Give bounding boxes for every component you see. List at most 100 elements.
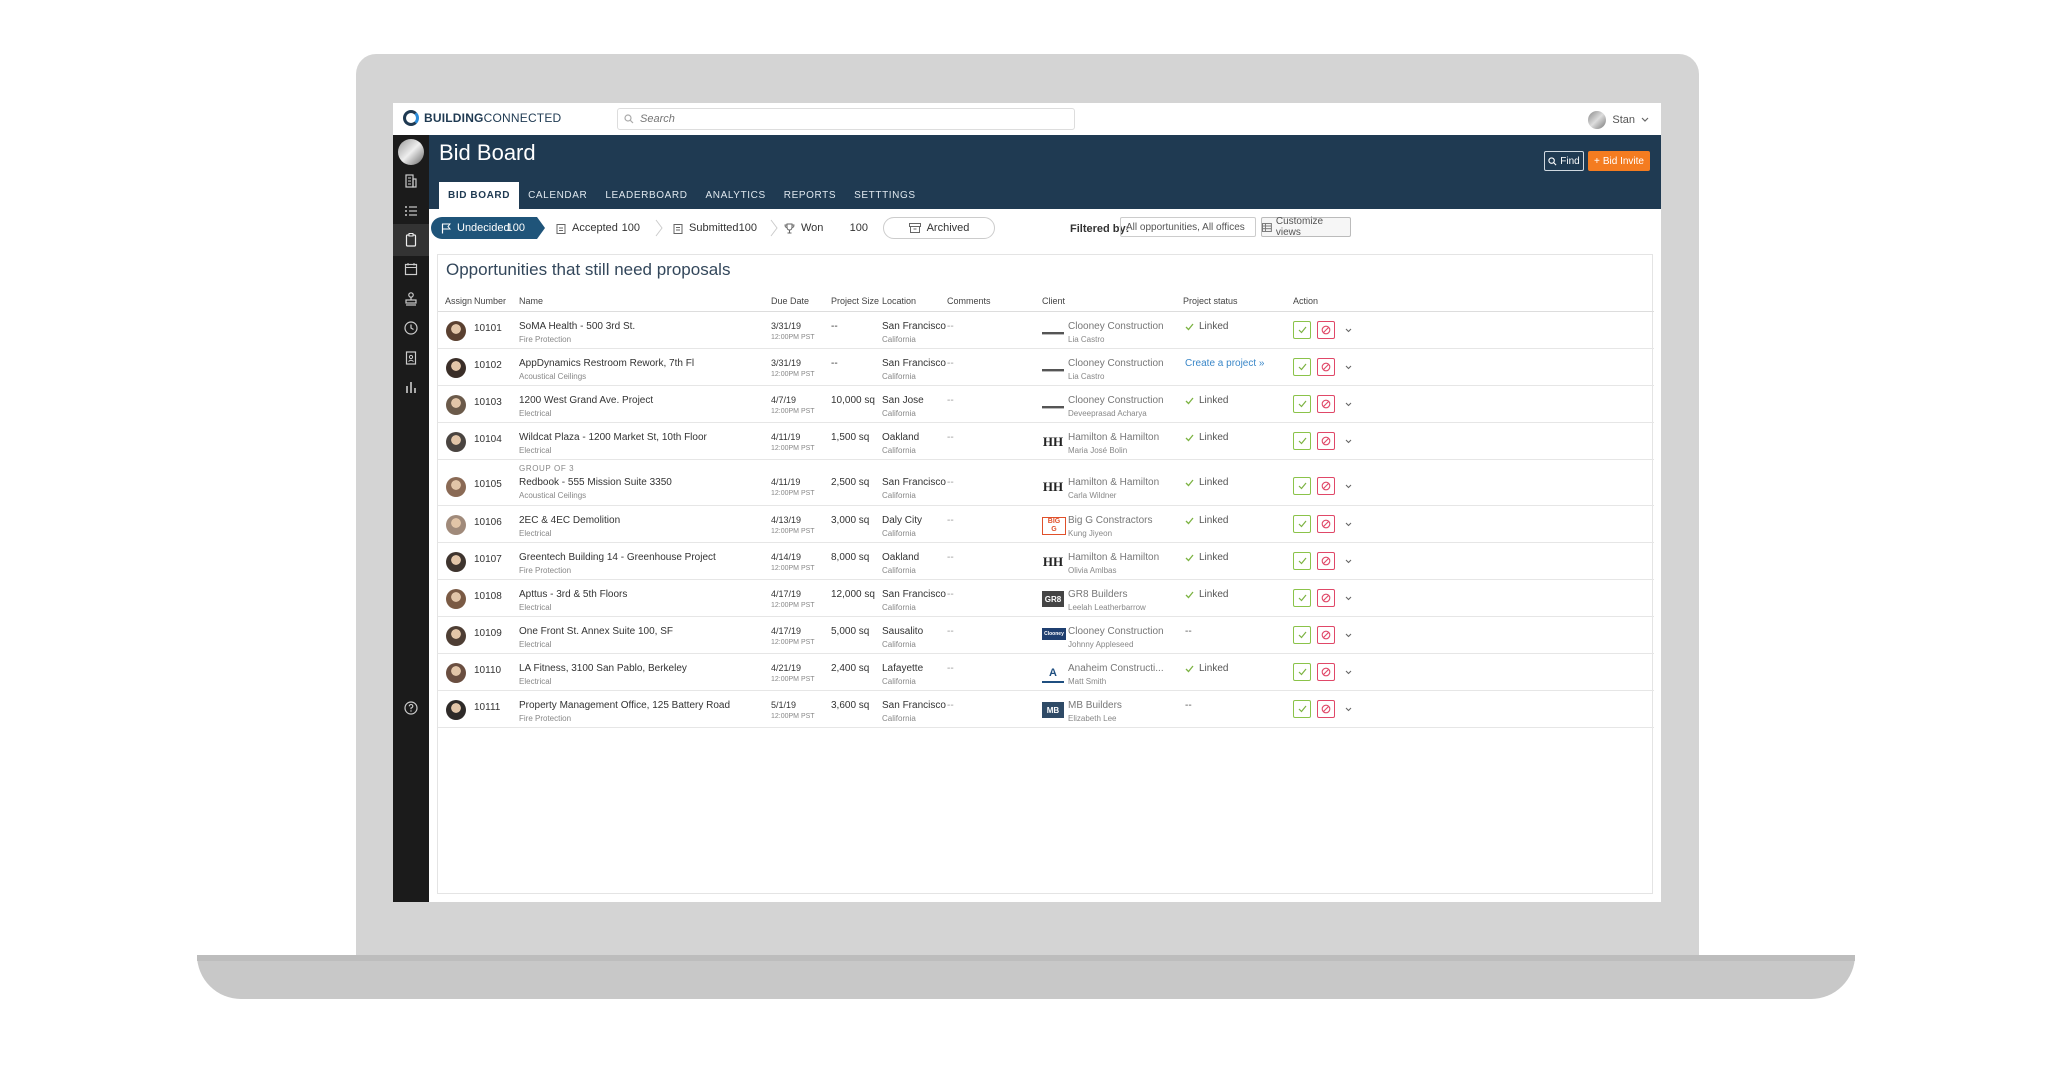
- assignee-avatar[interactable]: [446, 663, 466, 683]
- archived-button[interactable]: Archived: [883, 217, 995, 239]
- sidebar-item-analytics[interactable]: [393, 371, 429, 403]
- stage-won[interactable]: Won 100: [774, 217, 880, 239]
- search-box[interactable]: [617, 108, 1075, 130]
- comments[interactable]: --: [947, 589, 954, 600]
- row-options-button[interactable]: [1343, 630, 1353, 640]
- table-row[interactable]: 10105 GROUP OF 3 Redbook - 555 Mission Sui…: [438, 460, 1654, 506]
- row-options-button[interactable]: [1343, 704, 1353, 714]
- accept-button[interactable]: [1293, 432, 1311, 450]
- assignee-avatar[interactable]: [446, 700, 466, 720]
- decline-button[interactable]: [1317, 663, 1335, 681]
- comments[interactable]: --: [947, 515, 954, 526]
- accept-button[interactable]: [1293, 552, 1311, 570]
- row-options-button[interactable]: [1343, 593, 1353, 603]
- accept-button[interactable]: [1293, 515, 1311, 533]
- assignee-avatar[interactable]: [446, 515, 466, 535]
- decline-button[interactable]: [1317, 477, 1335, 495]
- decline-button[interactable]: [1317, 700, 1335, 718]
- project-name[interactable]: 1200 West Grand Ave. Project: [519, 395, 653, 406]
- company-avatar[interactable]: [398, 139, 424, 165]
- sidebar-item-contacts[interactable]: [393, 342, 429, 374]
- table-row[interactable]: 10111 Property Management Office, 125 Bat…: [438, 691, 1654, 728]
- sidebar-item-calendar[interactable]: [393, 253, 429, 285]
- search-input[interactable]: [638, 112, 1062, 126]
- accept-button[interactable]: [1293, 589, 1311, 607]
- project-name[interactable]: Property Management Office, 125 Battery …: [519, 700, 730, 711]
- project-name[interactable]: One Front St. Annex Suite 100, SF: [519, 626, 673, 637]
- table-row[interactable]: 10109 One Front St. Annex Suite 100, SF El…: [438, 617, 1654, 654]
- decline-button[interactable]: [1317, 432, 1335, 450]
- tab-reports[interactable]: REPORTS: [775, 182, 845, 209]
- row-options-button[interactable]: [1343, 481, 1353, 491]
- filter-select[interactable]: All opportunities, All offices: [1120, 217, 1256, 237]
- comments[interactable]: --: [947, 358, 954, 369]
- row-options-button[interactable]: [1343, 667, 1353, 677]
- client-name[interactable]: Clooney Construction: [1068, 358, 1164, 369]
- assignee-avatar[interactable]: [446, 358, 466, 378]
- row-options-button[interactable]: [1343, 519, 1353, 529]
- assignee-avatar[interactable]: [446, 321, 466, 341]
- client-name[interactable]: MB Builders: [1068, 700, 1122, 711]
- project-name[interactable]: LA Fitness, 3100 San Pablo, Berkeley: [519, 663, 687, 674]
- project-name[interactable]: SoMA Health - 500 3rd St.: [519, 321, 635, 332]
- user-menu[interactable]: Stan: [1588, 111, 1649, 129]
- row-options-button[interactable]: [1343, 325, 1353, 335]
- project-name[interactable]: Wildcat Plaza - 1200 Market St, 10th Flo…: [519, 432, 707, 443]
- assignee-avatar[interactable]: [446, 589, 466, 609]
- accept-button[interactable]: [1293, 663, 1311, 681]
- client-name[interactable]: Hamilton & Hamilton: [1068, 552, 1159, 563]
- project-name[interactable]: Greentech Building 14 - Greenhouse Proje…: [519, 552, 716, 563]
- accept-button[interactable]: [1293, 321, 1311, 339]
- find-button[interactable]: Find: [1544, 151, 1584, 171]
- project-status[interactable]: Create a project »: [1185, 358, 1265, 369]
- assignee-avatar[interactable]: [446, 626, 466, 646]
- tab-analytics[interactable]: ANALYTICS: [697, 182, 775, 209]
- tab-leaderboard[interactable]: LEADERBOARD: [596, 182, 696, 209]
- accept-button[interactable]: [1293, 395, 1311, 413]
- accept-button[interactable]: [1293, 358, 1311, 376]
- decline-button[interactable]: [1317, 358, 1335, 376]
- decline-button[interactable]: [1317, 552, 1335, 570]
- project-name[interactable]: AppDynamics Restroom Rework, 7th Fl: [519, 358, 694, 369]
- decline-button[interactable]: [1317, 515, 1335, 533]
- decline-button[interactable]: [1317, 589, 1335, 607]
- accept-button[interactable]: [1293, 477, 1311, 495]
- stage-undecided[interactable]: Undecided 100: [431, 217, 545, 239]
- table-row[interactable]: 10108 Apttus - 3rd & 5th Floors Electrical…: [438, 580, 1654, 617]
- brand-logo[interactable]: BUILDINGCONNECTED: [403, 110, 561, 126]
- assignee-avatar[interactable]: [446, 395, 466, 415]
- table-row[interactable]: 10103 1200 West Grand Ave. Project Electri…: [438, 386, 1654, 423]
- sidebar-item-bid-board[interactable]: [393, 224, 429, 256]
- client-name[interactable]: Big G Constractors: [1068, 515, 1152, 526]
- tab-calendar[interactable]: CALENDAR: [519, 182, 596, 209]
- row-options-button[interactable]: [1343, 556, 1353, 566]
- decline-button[interactable]: [1317, 321, 1335, 339]
- assignee-avatar[interactable]: [446, 477, 466, 497]
- comments[interactable]: --: [947, 663, 954, 674]
- row-options-button[interactable]: [1343, 362, 1353, 372]
- client-name[interactable]: Hamilton & Hamilton: [1068, 477, 1159, 488]
- sidebar-item-help[interactable]: [393, 692, 429, 724]
- project-name[interactable]: Apttus - 3rd & 5th Floors: [519, 589, 627, 600]
- bid-invite-button[interactable]: + Bid Invite: [1588, 151, 1650, 171]
- client-name[interactable]: Anaheim Constructi...: [1068, 663, 1164, 674]
- assignee-avatar[interactable]: [446, 432, 466, 452]
- client-name[interactable]: Clooney Construction: [1068, 626, 1164, 637]
- table-row[interactable]: 10101 SoMA Health - 500 3rd St. Fire Prote…: [438, 312, 1654, 349]
- stage-accepted[interactable]: Accepted 100: [546, 217, 652, 239]
- sidebar-item-history[interactable]: [393, 312, 429, 344]
- project-name[interactable]: 2EC & 4EC Demolition: [519, 515, 620, 526]
- table-row[interactable]: 10102 AppDynamics Restroom Rework, 7th Fl…: [438, 349, 1654, 386]
- assignee-avatar[interactable]: [446, 552, 466, 572]
- comments[interactable]: --: [947, 552, 954, 563]
- sidebar-item-stamp[interactable]: [393, 283, 429, 315]
- client-name[interactable]: GR8 Builders: [1068, 589, 1146, 600]
- accept-button[interactable]: [1293, 626, 1311, 644]
- table-row[interactable]: 10104 Wildcat Plaza - 1200 Market St, 10t…: [438, 423, 1654, 460]
- tab-bid-board[interactable]: BID BOARD: [439, 182, 520, 209]
- comments[interactable]: --: [947, 626, 954, 637]
- comments[interactable]: --: [947, 321, 954, 332]
- comments[interactable]: --: [947, 395, 954, 406]
- sidebar-item-buildings[interactable]: [393, 165, 429, 197]
- client-name[interactable]: Clooney Construction: [1068, 395, 1164, 406]
